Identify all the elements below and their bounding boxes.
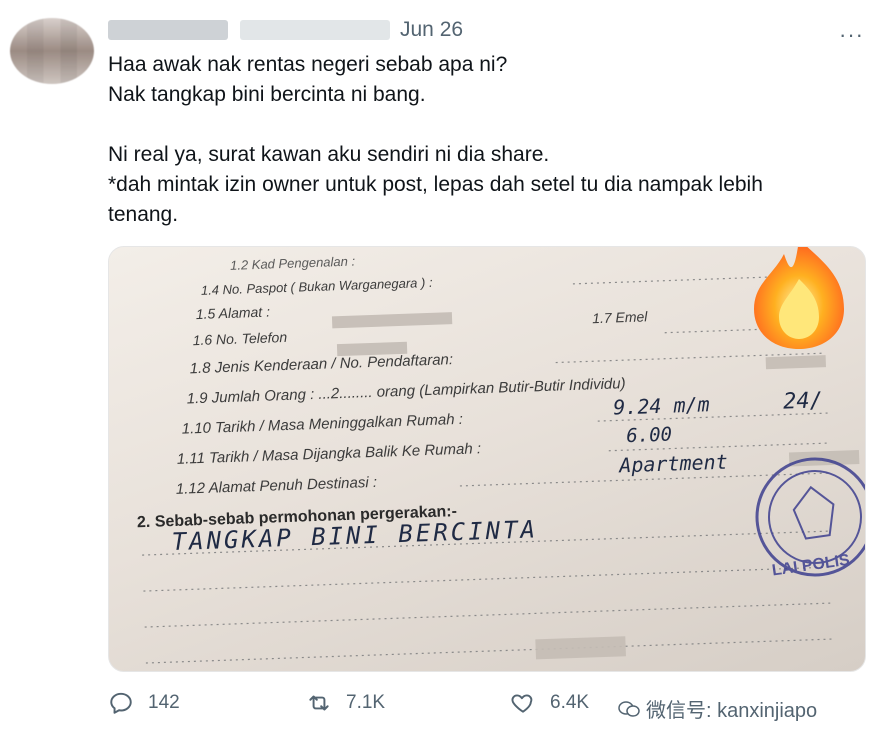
tweet-line: *dah mintak izin owner untuk post, lepas… — [108, 173, 763, 196]
avatar[interactable] — [10, 18, 94, 84]
form-line-text: 1.7 Emel — [592, 308, 649, 326]
retweet-count: 7.1K — [346, 692, 386, 713]
handle-blurred[interactable] — [240, 20, 390, 40]
form-line-text: 1.11 Tarikh / Masa Dijangka Balik Ke Rum… — [177, 440, 482, 468]
watermark: 微信号: kanxinjiapo — [618, 694, 818, 723]
fire-emoji-icon — [754, 247, 844, 349]
tweet-line: tenang. — [108, 203, 179, 226]
handwriting-time-out: 9.24 m/m — [613, 392, 710, 419]
retweet-icon — [309, 695, 329, 711]
like-button[interactable]: 6.4K — [510, 690, 589, 716]
form-document: 1.2 Kad Pengenalan : 1.4 No. Paspot ( Bu… — [137, 247, 865, 664]
reply-count: 142 — [148, 692, 180, 713]
tweet-line: Nak tangkap bini bercinta ni bang. — [108, 83, 426, 106]
display-name-blurred[interactable] — [108, 20, 228, 40]
form-line-text: 1.2 Kad Pengenalan : — [230, 253, 356, 272]
form-line-text: 1.4 No. Paspot ( Bukan Warganegara ) : — [201, 275, 433, 298]
wechat-icon — [618, 700, 640, 717]
more-options-icon[interactable]: ··· — [839, 22, 864, 48]
tweet-date[interactable]: Jun 26 — [400, 18, 463, 42]
police-stamp: LAI POLIS — [755, 457, 865, 579]
form-line-text: 1.8 Jenis Kenderaan / No. Pendaftaran: — [189, 351, 453, 377]
tweet-line: Ni real ya, surat kawan aku sendiri ni d… — [108, 143, 550, 166]
tweet-photo[interactable]: 1.2 Kad Pengenalan : 1.4 No. Paspot ( Bu… — [108, 246, 866, 672]
tweet-line: Haa awak nak rentas negeri sebab apa ni? — [108, 53, 508, 76]
form-line-text: 1.9 Jumlah Orang : ...2........ orang (L… — [186, 375, 625, 407]
handwriting-destination: Apartment — [617, 450, 728, 478]
tweet-text: Haa awak nak rentas negeri sebab apa ni?… — [108, 50, 848, 230]
like-count: 6.4K — [550, 692, 590, 713]
reply-button[interactable]: 142 — [108, 690, 180, 716]
reply-icon — [110, 692, 132, 714]
form-line-text: 1.6 No. Telefon — [192, 329, 287, 348]
handwriting-time-back: 6.00 — [626, 424, 673, 448]
heart-icon — [511, 694, 533, 713]
form-line-text: 1.12 Alamat Penuh Destinasi : — [176, 474, 378, 498]
watermark-text: 微信号: kanxinjiapo — [646, 700, 818, 722]
form-line-text: 1.5 Alamat : — [195, 303, 270, 322]
form-line-text: 1.10 Tarikh / Masa Meninggalkan Rumah : — [181, 411, 463, 438]
retweet-button[interactable]: 7.1K — [306, 690, 385, 716]
handwriting-date: 24/ — [783, 388, 824, 414]
